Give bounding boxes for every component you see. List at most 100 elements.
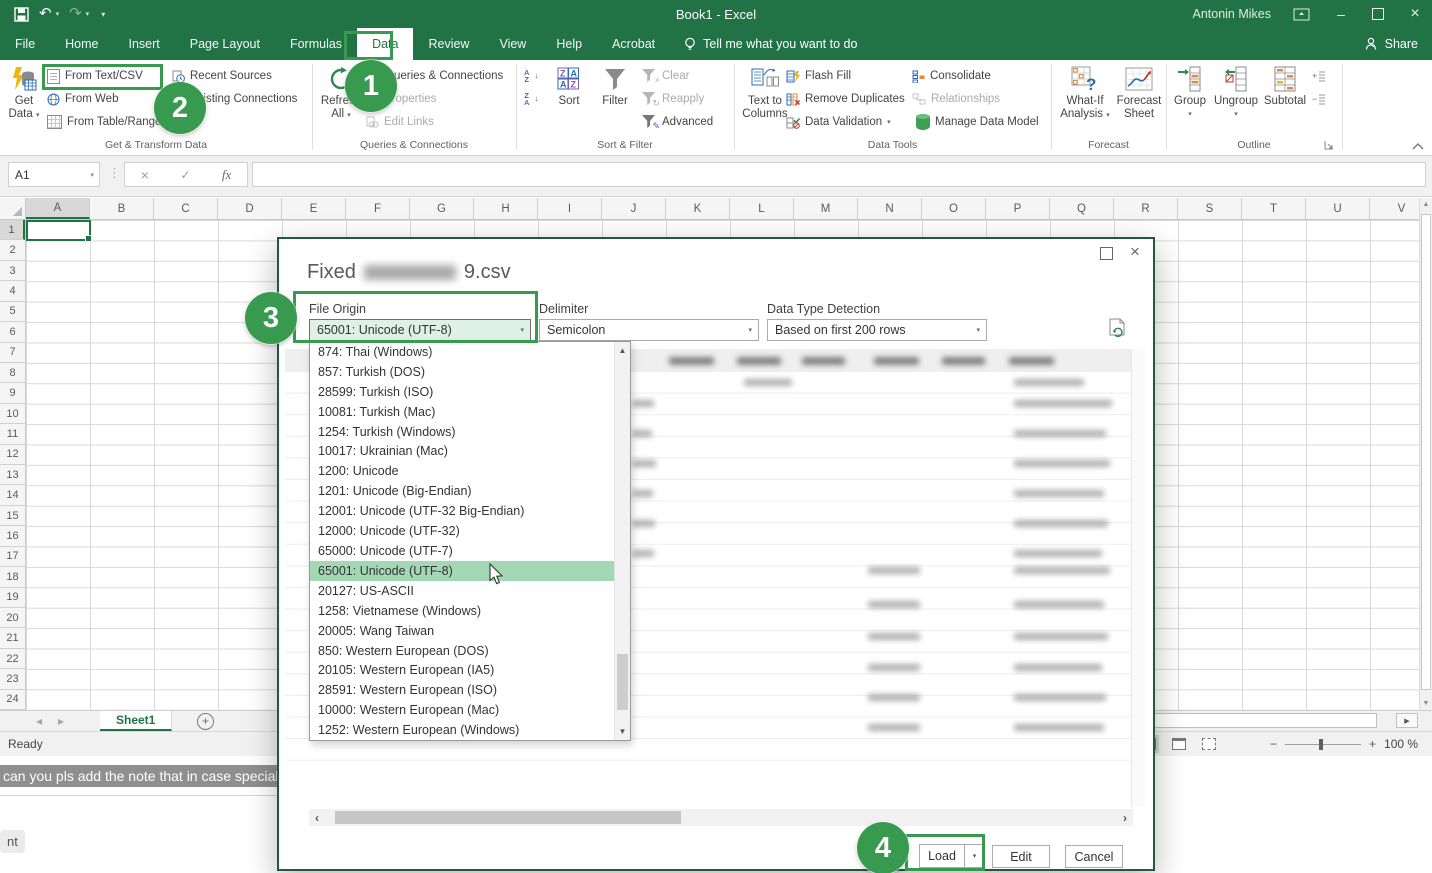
ribbon-tab[interactable]: View bbox=[484, 28, 541, 60]
column-header[interactable]: C bbox=[154, 198, 218, 219]
row-header[interactable]: 3 bbox=[0, 261, 25, 281]
ribbon-tab[interactable]: Data bbox=[357, 28, 413, 60]
share-button[interactable]: Share bbox=[1365, 28, 1418, 60]
sort-button[interactable]: ZAAZ Sort bbox=[548, 63, 590, 135]
vertical-scroll-thumb[interactable] bbox=[1421, 214, 1431, 690]
file-origin-select[interactable]: 65001: Unicode (UTF-8)▾ bbox=[309, 319, 531, 341]
row-header[interactable]: 12 bbox=[0, 445, 25, 465]
data-type-detection-select[interactable]: Based on first 200 rows▾ bbox=[767, 319, 987, 341]
horizontal-scrollbar[interactable]: ▶ bbox=[1128, 711, 1432, 731]
column-header[interactable]: G bbox=[410, 198, 474, 219]
zoom-level[interactable]: 100 % bbox=[1384, 737, 1418, 751]
fill-handle[interactable] bbox=[85, 235, 92, 242]
ribbon-tab[interactable]: Home bbox=[50, 28, 113, 60]
delimiter-select[interactable]: Semicolon▾ bbox=[539, 319, 759, 341]
advanced-filter-button[interactable]: ✎Advanced bbox=[642, 111, 713, 133]
column-header[interactable]: J bbox=[602, 198, 666, 219]
page-break-view-icon[interactable] bbox=[1202, 738, 1216, 750]
row-header[interactable]: 21 bbox=[0, 628, 25, 648]
dialog-close-icon[interactable]: × bbox=[1130, 242, 1140, 262]
consolidate-button[interactable]: Consolidate bbox=[912, 65, 991, 87]
column-header[interactable]: F bbox=[346, 198, 410, 219]
ribbon-tab[interactable]: Page Layout bbox=[175, 28, 275, 60]
row-header[interactable]: 9 bbox=[0, 383, 25, 403]
row-header[interactable]: 22 bbox=[0, 649, 25, 669]
column-header[interactable]: I bbox=[538, 198, 602, 219]
preview-scroll-right-icon[interactable]: › bbox=[1123, 809, 1127, 826]
column-header[interactable]: A bbox=[26, 198, 90, 219]
data-validation-button[interactable]: Data Validation▾ bbox=[786, 111, 891, 133]
encoding-option[interactable]: 65000: Unicode (UTF-7) bbox=[310, 541, 614, 561]
row-header[interactable]: 4 bbox=[0, 281, 25, 301]
remove-duplicates-button[interactable]: Remove Duplicates bbox=[786, 88, 905, 110]
row-header[interactable]: 10 bbox=[0, 404, 25, 424]
scroll-right-button[interactable]: ▶ bbox=[1396, 713, 1418, 728]
ribbon-tab[interactable]: Insert bbox=[114, 28, 175, 60]
horizontal-scroll-thumb[interactable] bbox=[1131, 713, 1377, 728]
preview-vertical-scrollbar[interactable] bbox=[1131, 349, 1145, 807]
sort-az-button[interactable]: AZ↓ bbox=[524, 65, 538, 87]
preview-scroll-left-icon[interactable]: ‹ bbox=[315, 809, 319, 826]
ribbon-tab[interactable]: Acrobat bbox=[597, 28, 670, 60]
column-header[interactable]: D bbox=[218, 198, 282, 219]
ribbon-display-options-icon[interactable] bbox=[1293, 8, 1310, 21]
page-layout-view-icon[interactable] bbox=[1172, 738, 1186, 750]
list-scroll-thumb[interactable] bbox=[617, 654, 628, 710]
name-box-caret-icon[interactable]: ▾ bbox=[90, 171, 94, 179]
encoding-option[interactable]: 10000: Western European (Mac) bbox=[310, 700, 614, 720]
cancel-button[interactable]: Cancel bbox=[1065, 845, 1123, 868]
column-header[interactable]: N bbox=[858, 198, 922, 219]
encoding-option[interactable]: 857: Turkish (DOS) bbox=[310, 362, 614, 382]
reload-file-icon[interactable] bbox=[1109, 318, 1128, 340]
encoding-option[interactable]: 1252: Western European (Windows) bbox=[310, 720, 614, 740]
scroll-down-icon[interactable]: ▼ bbox=[1420, 700, 1432, 707]
maximize-button[interactable] bbox=[1372, 8, 1384, 20]
get-data-button[interactable]: Get Data ▾ bbox=[2, 63, 46, 135]
minimize-button[interactable]: – bbox=[1332, 6, 1350, 22]
column-header[interactable]: M bbox=[794, 198, 858, 219]
row-header[interactable]: 23 bbox=[0, 669, 25, 689]
encoding-option[interactable]: 1254: Turkish (Windows) bbox=[310, 422, 614, 442]
group-button[interactable]: Group ▾ bbox=[1170, 63, 1210, 135]
ungroup-button[interactable]: Ungroup ▾ bbox=[1212, 63, 1260, 135]
edit-button[interactable]: Edit bbox=[992, 845, 1050, 868]
column-header[interactable]: S bbox=[1178, 198, 1242, 219]
encoding-option[interactable]: 850: Western European (DOS) bbox=[310, 641, 614, 661]
column-header[interactable]: R bbox=[1114, 198, 1178, 219]
tell-me-box[interactable]: Tell me what you want to do bbox=[670, 28, 871, 60]
from-text-csv-button[interactable]: From Text/CSV bbox=[47, 65, 143, 87]
vertical-scrollbar[interactable]: ▲ ▼ bbox=[1419, 198, 1432, 710]
encoding-option[interactable]: 10017: Ukrainian (Mac) bbox=[310, 442, 614, 462]
manage-data-model-button[interactable]: Manage Data Model bbox=[916, 111, 1039, 133]
collapse-ribbon-icon[interactable] bbox=[1412, 142, 1424, 150]
column-header[interactable]: Q bbox=[1050, 198, 1114, 219]
encoding-option[interactable]: 1200: Unicode bbox=[310, 461, 614, 481]
encoding-option[interactable]: 20005: Wang Taiwan bbox=[310, 621, 614, 641]
dialog-maximize-icon[interactable] bbox=[1100, 247, 1113, 260]
load-options-caret-icon[interactable]: ▾ bbox=[965, 844, 985, 868]
show-detail-button[interactable]: + bbox=[1312, 65, 1326, 87]
list-scroll-up-icon[interactable]: ▲ bbox=[615, 346, 630, 355]
column-header[interactable]: O bbox=[922, 198, 986, 219]
from-web-button[interactable]: From Web bbox=[47, 88, 118, 110]
insert-function-icon[interactable]: fx bbox=[222, 167, 231, 183]
row-header[interactable]: 14 bbox=[0, 485, 25, 505]
text-to-columns-button[interactable]: Text to Columns bbox=[738, 63, 792, 135]
column-header[interactable]: P bbox=[986, 198, 1050, 219]
column-header[interactable]: K bbox=[666, 198, 730, 219]
row-header[interactable]: 20 bbox=[0, 608, 25, 628]
row-header[interactable]: 18 bbox=[0, 567, 25, 587]
hide-detail-button[interactable]: − bbox=[1312, 88, 1326, 110]
list-scroll-down-icon[interactable]: ▼ bbox=[615, 727, 630, 736]
scroll-up-icon[interactable]: ▲ bbox=[1420, 201, 1432, 208]
row-header[interactable]: 8 bbox=[0, 363, 25, 383]
ribbon-tab[interactable]: File bbox=[0, 28, 50, 60]
encoding-list-scrollbar[interactable]: ▲ ▼ bbox=[614, 342, 630, 740]
ribbon-tab[interactable]: Formulas bbox=[275, 28, 357, 60]
encoding-option[interactable]: 10081: Turkish (Mac) bbox=[310, 402, 614, 422]
row-header[interactable]: 19 bbox=[0, 588, 25, 608]
row-header[interactable]: 6 bbox=[0, 322, 25, 342]
column-header[interactable]: T bbox=[1242, 198, 1306, 219]
ribbon-tab[interactable]: Help bbox=[541, 28, 597, 60]
encoding-option[interactable]: 28591: Western European (ISO) bbox=[310, 680, 614, 700]
